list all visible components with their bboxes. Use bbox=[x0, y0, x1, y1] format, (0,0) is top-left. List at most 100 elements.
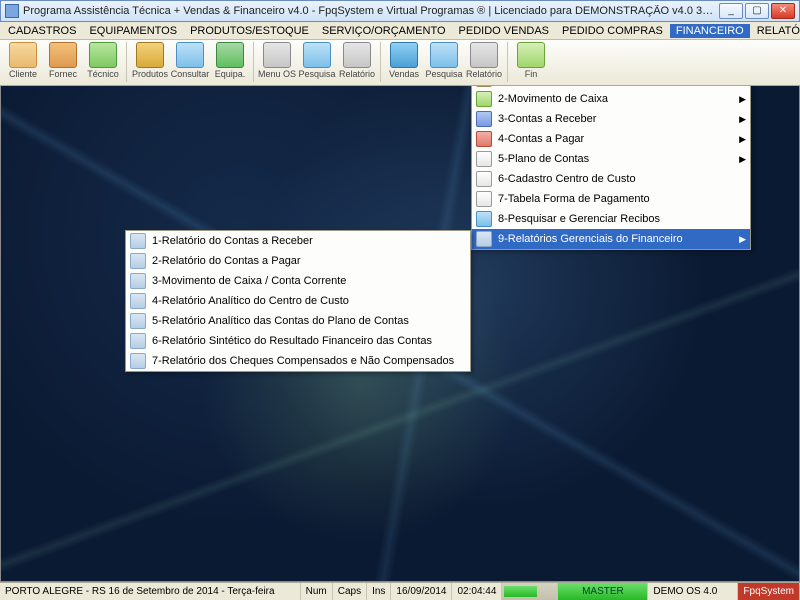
submenu-item-5-relat-rio-anal-tico-das-contas-do-plano-de-contas[interactable]: 5-Relatório Analítico das Contas do Plan… bbox=[126, 311, 470, 331]
toolbar-relatorio-vendas-button[interactable]: Relatório bbox=[464, 42, 504, 79]
toolbar-relatorio-os-button[interactable]: Relatório bbox=[337, 42, 377, 79]
status-user: MASTER bbox=[558, 583, 648, 600]
menuitem-6-cadastro-centro-de-custo[interactable]: 6-Cadastro Centro de Custo bbox=[472, 169, 750, 189]
menuitem-5-plano-de-contas[interactable]: 5-Plano de Contas▶ bbox=[472, 149, 750, 169]
menuitem-label: 2-Movimento de Caixa bbox=[498, 93, 608, 105]
submenu-arrow-icon: ▶ bbox=[739, 154, 746, 165]
menuitem-icon bbox=[476, 171, 492, 187]
submenu-arrow-icon: ▶ bbox=[739, 234, 746, 245]
toolbar-menu-os-button[interactable]: Menu OS bbox=[257, 42, 297, 79]
submenu-arrow-icon: ▶ bbox=[739, 94, 746, 105]
menuitem-label: 8-Pesquisar e Gerenciar Recibos bbox=[498, 213, 660, 225]
toolbar-label: Pesquisa bbox=[425, 69, 462, 79]
menu-equipamentos[interactable]: EQUIPAMENTOS bbox=[83, 24, 183, 38]
toolbar-vendas-button[interactable]: Vendas bbox=[384, 42, 424, 79]
menuitem-icon bbox=[476, 231, 492, 247]
tecnico-icon bbox=[89, 42, 117, 68]
submenu-item-6-relat-rio-sint-tico-do-resultado-financeiro-das-contas[interactable]: 6-Relatório Sintético do Resultado Finan… bbox=[126, 331, 470, 351]
menuitem-2-movimento-de-caixa[interactable]: 2-Movimento de Caixa ▶ bbox=[472, 89, 750, 109]
menu-financeiro[interactable]: FINANCEIRO bbox=[670, 24, 750, 38]
toolbar-separator bbox=[380, 42, 381, 82]
cliente-icon bbox=[9, 42, 37, 68]
menuitem-8-pesquisar-e-gerenciar-recibos[interactable]: 8-Pesquisar e Gerenciar Recibos bbox=[472, 209, 750, 229]
submenu-label: 7-Relatório dos Cheques Compensados e Nã… bbox=[152, 355, 454, 367]
submenu-item-3-movimento-de-caixa-conta-corrente[interactable]: 3-Movimento de Caixa / Conta Corrente bbox=[126, 271, 470, 291]
menuitem-icon bbox=[476, 86, 492, 87]
toolbar-fornecedor-button[interactable]: Fornec bbox=[43, 42, 83, 79]
submenu-item-4-relat-rio-anal-tico-do-centro-de-custo[interactable]: 4-Relatório Analítico do Centro de Custo bbox=[126, 291, 470, 311]
minimize-button[interactable]: _ bbox=[719, 3, 743, 19]
menuitem-label: 9-Relatórios Gerenciais do Financeiro bbox=[498, 233, 683, 245]
toolbar-pesquisa-vendas-button[interactable]: Pesquisa bbox=[424, 42, 464, 79]
toolbar-produtos-button[interactable]: Produtos bbox=[130, 42, 170, 79]
toolbar-label: Vendas bbox=[389, 69, 419, 79]
menuitem-3-contas-a-receber[interactable]: 3-Contas a Receber▶ bbox=[472, 109, 750, 129]
toolbar-label: Fornec bbox=[49, 69, 77, 79]
menu-financeiro-dropdown[interactable]: 1-Cadastro do Caixa2-Movimento de Caixa▶… bbox=[471, 86, 751, 250]
submenu-item-2-relat-rio-do-contas-a-pagar[interactable]: 2-Relatório do Contas a Pagar bbox=[126, 251, 470, 271]
menubar: CADASTROSEQUIPAMENTOSPRODUTOS/ESTOQUESER… bbox=[0, 22, 800, 40]
toolbar-label: Cliente bbox=[9, 69, 37, 79]
status-time: 02:04:44 bbox=[452, 583, 502, 600]
menuitem-label: 3-Contas a Receber bbox=[498, 113, 596, 125]
menuitem-icon bbox=[476, 91, 492, 107]
toolbar-label: Produtos bbox=[132, 69, 168, 79]
menu-relat-rios[interactable]: RELATÓRIOS bbox=[751, 24, 800, 38]
pesquisa-os-icon bbox=[303, 42, 331, 68]
menu-pedido-compras[interactable]: PEDIDO COMPRAS bbox=[556, 24, 669, 38]
menu-cadastros[interactable]: CADASTROS bbox=[2, 24, 82, 38]
maximize-button[interactable]: ▢ bbox=[745, 3, 769, 19]
menuitem-icon bbox=[476, 131, 492, 147]
toolbar-financeiro-button[interactable]: Fin bbox=[511, 42, 551, 79]
menuitem-9-relat-rios-gerenciais-do-financeiro[interactable]: 9-Relatórios Gerenciais do Financeiro ▶ bbox=[472, 229, 750, 249]
submenu-label: 4-Relatório Analítico do Centro de Custo bbox=[152, 295, 349, 307]
submenu-label: 1-Relatório do Contas a Receber bbox=[152, 235, 313, 247]
submenu-item-1-relat-rio-do-contas-a-receber[interactable]: 1-Relatório do Contas a Receber bbox=[126, 231, 470, 251]
submenu-relatorios-financeiro[interactable]: 1-Relatório do Contas a Receber 2-Relatór… bbox=[125, 230, 471, 372]
menu-servi-o-or-amento[interactable]: SERVIÇO/ORÇAMENTO bbox=[316, 24, 452, 38]
toolbar-tecnico-button[interactable]: Técnico bbox=[83, 42, 123, 79]
toolbar-label: Fin bbox=[525, 69, 538, 79]
submenu-item-7-relat-rio-dos-cheques-compensados-e-n-o-compensados[interactable]: 7-Relatório dos Cheques Compensados e Nã… bbox=[126, 351, 470, 371]
printer-icon bbox=[130, 313, 146, 329]
consultar-produtos-icon bbox=[176, 42, 204, 68]
submenu-label: 3-Movimento de Caixa / Conta Corrente bbox=[152, 275, 346, 287]
toolbar-label: Equipa. bbox=[215, 69, 246, 79]
toolbar-pesquisa-os-button[interactable]: Pesquisa bbox=[297, 42, 337, 79]
status-date: 16/09/2014 bbox=[391, 583, 452, 600]
vendas-icon bbox=[390, 42, 418, 68]
equipa-icon bbox=[216, 42, 244, 68]
toolbar-separator bbox=[507, 42, 508, 82]
printer-icon bbox=[130, 333, 146, 349]
toolbar-consultar-produtos-button[interactable]: Consultar bbox=[170, 42, 210, 79]
submenu-label: 6-Relatório Sintético do Resultado Finan… bbox=[152, 335, 432, 347]
menuitem-label: 4-Contas a Pagar bbox=[498, 133, 584, 145]
toolbar-equipa-button[interactable]: Equipa. bbox=[210, 42, 250, 79]
relatorio-vendas-icon bbox=[470, 42, 498, 68]
printer-icon bbox=[130, 293, 146, 309]
submenu-arrow-icon: ▶ bbox=[739, 134, 746, 145]
status-location: PORTO ALEGRE - RS 16 de Setembro de 2014… bbox=[0, 583, 301, 600]
titlebar: Programa Assistência Técnica + Vendas & … bbox=[0, 0, 800, 22]
toolbar-label: Técnico bbox=[87, 69, 119, 79]
menu-pedido-vendas[interactable]: PEDIDO VENDAS bbox=[453, 24, 555, 38]
menuitem-7-tabela-forma-de-pagamento[interactable]: 7-Tabela Forma de Pagamento bbox=[472, 189, 750, 209]
financeiro-icon bbox=[517, 42, 545, 68]
menuitem-icon bbox=[476, 151, 492, 167]
status-num: Num bbox=[301, 583, 333, 600]
produtos-icon bbox=[136, 42, 164, 68]
status-progress bbox=[502, 583, 558, 600]
printer-icon bbox=[130, 253, 146, 269]
toolbar-cliente-button[interactable]: Cliente bbox=[3, 42, 43, 79]
printer-icon bbox=[130, 273, 146, 289]
menu-produtos-estoque[interactable]: PRODUTOS/ESTOQUE bbox=[184, 24, 315, 38]
menuitem-4-contas-a-pagar[interactable]: 4-Contas a Pagar ▶ bbox=[472, 129, 750, 149]
status-app: DEMO OS 4.0 bbox=[648, 583, 738, 600]
toolbar: Cliente Fornec Técnico ProdutosConsultar Equ… bbox=[0, 40, 800, 86]
status-caps: Caps bbox=[333, 583, 367, 600]
toolbar-label: Relatório bbox=[339, 69, 375, 79]
menuitem-icon bbox=[476, 191, 492, 207]
close-button[interactable]: ✕ bbox=[771, 3, 795, 19]
submenu-label: 5-Relatório Analítico das Contas do Plan… bbox=[152, 315, 409, 327]
toolbar-separator bbox=[126, 42, 127, 82]
